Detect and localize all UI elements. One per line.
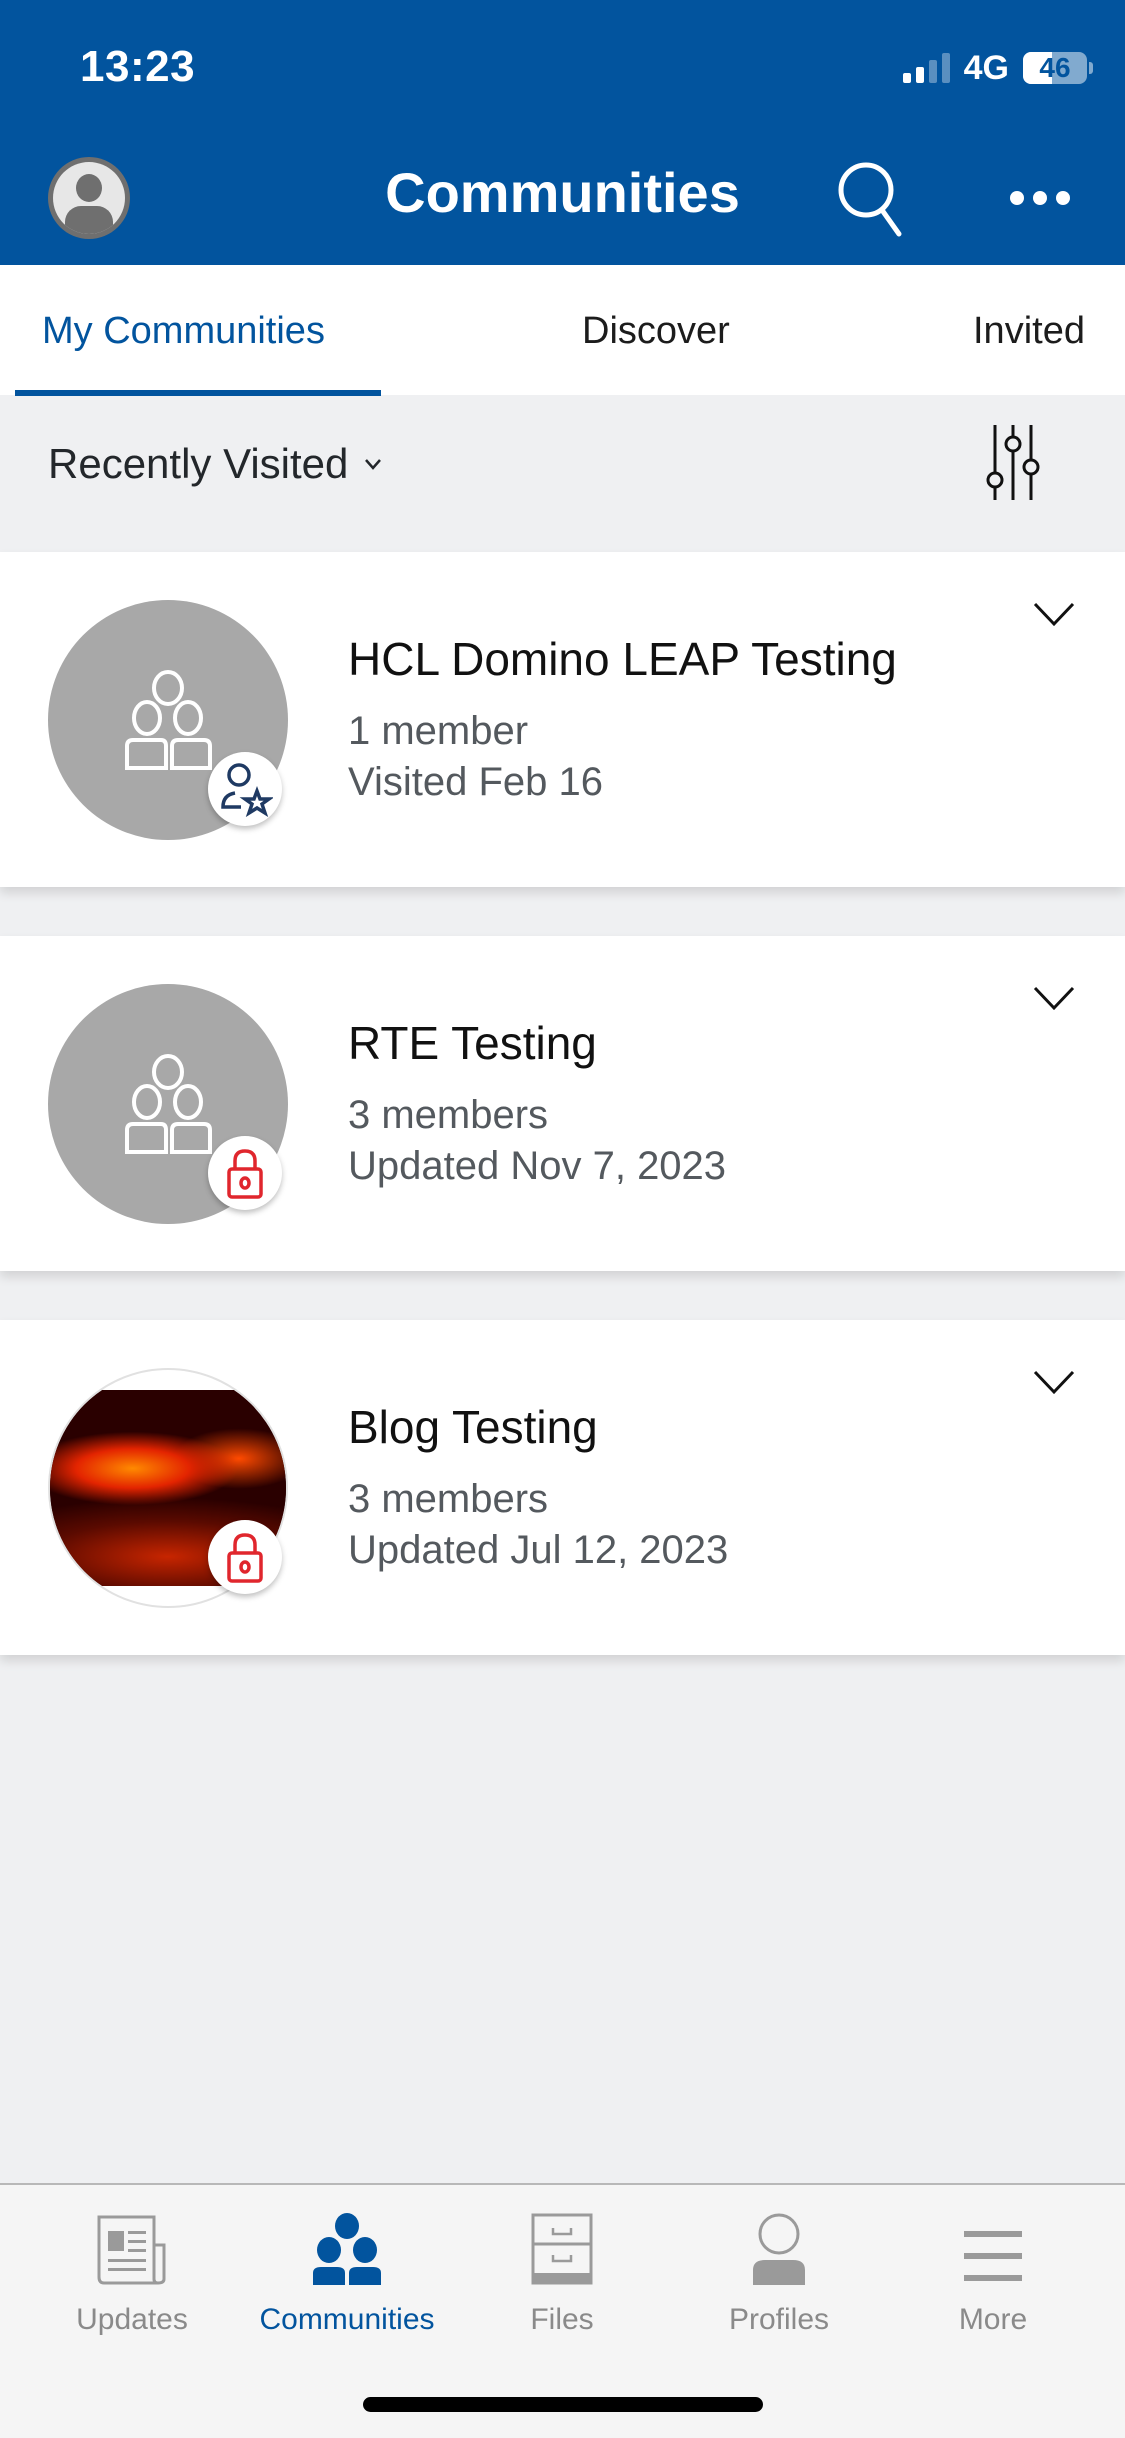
nav-files[interactable]: Files [462,2205,662,2337]
communities-icon [313,2213,381,2285]
community-date: Updated Jul 12, 2023 [348,1528,729,1572]
battery-icon: 46 [1023,52,1087,84]
status-time: 13:23 [80,42,196,91]
app-header: 13:23 4G 46 Communities [0,0,1125,265]
hamburger-menu-icon [964,2231,1022,2281]
community-name[interactable]: HCL Domino LEAP Testing [348,632,897,686]
filter-button[interactable] [985,425,1045,505]
more-dot [1033,191,1047,205]
nav-more[interactable]: More [893,2205,1093,2337]
nav-updates[interactable]: Updates [32,2205,232,2337]
filter-row: Recently Visited [0,395,1125,552]
community-name[interactable]: RTE Testing [348,1016,597,1070]
lock-icon [227,1149,263,1199]
nav-label: More [958,2303,1028,2336]
sliders-icon [986,425,1040,500]
nav-profiles[interactable]: Profiles [679,2205,879,2337]
group-placeholder-icon [125,1054,212,1154]
search-icon [838,162,902,237]
status-indicators: 4G 46 [902,48,1093,88]
newspaper-icon [97,2215,166,2285]
community-members: 3 members [348,1093,549,1137]
nav-communities[interactable]: Communities [247,2205,447,2337]
tab-invited[interactable]: Invited [973,310,1085,353]
group-placeholder-icon [125,670,212,770]
community-card[interactable]: RTE Testing 3 members Updated Nov 7, 202… [0,936,1125,1271]
chevron-down-icon [365,459,382,470]
battery-tip [1089,62,1093,74]
community-card[interactable]: Blog Testing 3 members Updated Jul 12, 2… [0,1320,1125,1655]
expand-chevron-icon[interactable] [1032,984,1076,1012]
tab-my-communities[interactable]: My Communities [42,310,325,353]
search-button[interactable] [832,158,912,238]
more-options-button[interactable] [1000,178,1080,218]
community-date: Visited Feb 16 [348,760,603,804]
sort-label: Recently Visited [48,440,349,487]
owner-badge [208,752,282,826]
owner-star-icon [221,763,273,817]
nav-label: Profiles [728,2303,830,2336]
nav-label: Communities [259,2303,435,2336]
more-dot [1010,191,1024,205]
tab-bar: My Communities Discover Invited [0,265,1125,396]
expand-chevron-icon[interactable] [1032,600,1076,628]
community-members: 3 members [348,1477,549,1521]
community-date: Updated Nov 7, 2023 [348,1144,727,1188]
lock-icon [227,1533,263,1583]
page-title: Communities [385,161,740,224]
network-type: 4G [963,48,1009,87]
person-icon [753,2213,805,2285]
battery-percent: 46 [1039,52,1071,83]
nav-label: Updates [76,2303,188,2336]
sort-dropdown[interactable]: Recently Visited [48,440,382,488]
community-card[interactable]: HCL Domino LEAP Testing 1 member Visited… [0,552,1125,887]
community-name[interactable]: Blog Testing [348,1400,598,1454]
signal-icon [902,53,950,83]
file-cabinet-icon [531,2213,593,2285]
restricted-badge [208,1520,282,1594]
more-dot [1056,191,1070,205]
expand-chevron-icon[interactable] [1032,1368,1076,1396]
tab-discover[interactable]: Discover [582,310,730,353]
home-indicator[interactable] [363,2397,763,2412]
restricted-badge [208,1136,282,1210]
community-members: 1 member [348,709,529,753]
nav-label: Files [530,2303,594,2336]
